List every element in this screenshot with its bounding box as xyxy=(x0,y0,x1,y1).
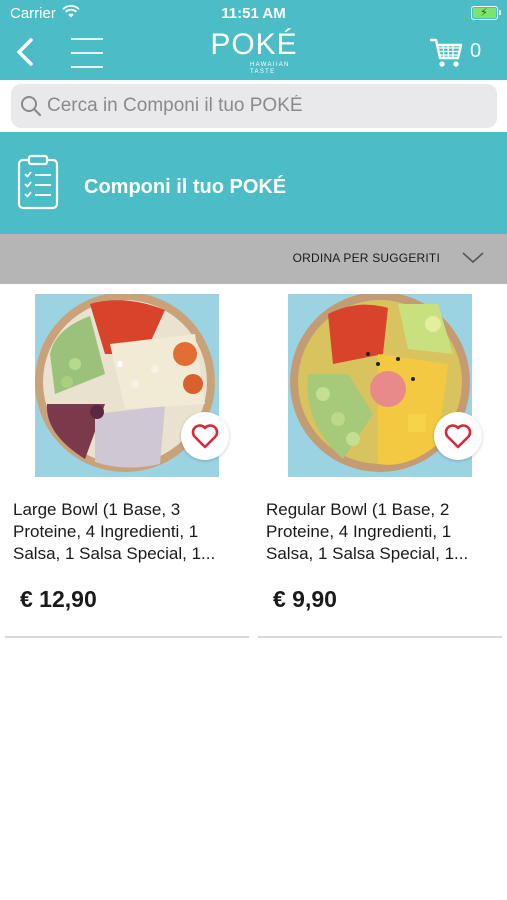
logo-subtext: HAWAIIAN TASTE xyxy=(250,62,290,75)
product-name[interactable]: Large Bowl (1 Base, 3 Proteine, 4 Ingred… xyxy=(13,499,237,565)
status-time: 11:51 AM xyxy=(221,5,286,22)
card-divider xyxy=(258,636,502,638)
cart-icon[interactable] xyxy=(428,34,464,70)
product-price: € 12,90 xyxy=(20,586,97,612)
logo-text: POKÉ xyxy=(210,28,298,61)
heart-outline-icon[interactable] xyxy=(191,423,219,449)
header-bar: Carrier 11:51 AM ⚡ POKÉ HAWAIIAN TASTE 0 xyxy=(0,0,507,80)
app-logo: POKÉ HAWAIIAN TASTE xyxy=(208,28,300,80)
search-input[interactable] xyxy=(47,84,487,128)
category-header: Componi il tuo POKÉ xyxy=(0,132,507,234)
product-card[interactable]: Regular Bowl (1 Base, 2 Proteine, 4 Ingr… xyxy=(258,284,502,640)
search-container xyxy=(0,80,507,132)
favorite-button[interactable] xyxy=(434,412,482,460)
battery-charging-icon: ⚡ xyxy=(471,6,501,20)
chevron-down-icon[interactable] xyxy=(461,251,485,265)
product-name[interactable]: Regular Bowl (1 Base, 2 Proteine, 4 Ingr… xyxy=(266,499,490,565)
status-bar: Carrier 11:51 AM ⚡ xyxy=(0,0,507,28)
search-icon xyxy=(21,96,42,117)
card-divider xyxy=(5,636,249,638)
heart-outline-icon[interactable] xyxy=(444,423,472,449)
navigation-bar: POKÉ HAWAIIAN TASTE 0 xyxy=(0,28,507,80)
clipboard-list-icon xyxy=(17,154,59,210)
cart-count: 0 xyxy=(470,40,482,62)
hamburger-menu-icon[interactable] xyxy=(71,36,103,70)
sort-bar[interactable]: ORDINA PER SUGGERITI xyxy=(0,234,507,284)
search-bar[interactable] xyxy=(11,84,497,128)
category-title: Componi il tuo POKÉ xyxy=(84,176,287,198)
chevron-left-icon[interactable] xyxy=(12,34,38,70)
product-card[interactable]: Large Bowl (1 Base, 3 Proteine, 4 Ingred… xyxy=(5,284,249,640)
favorite-button[interactable] xyxy=(181,412,229,460)
sort-label[interactable]: ORDINA PER SUGGERITI xyxy=(293,251,440,265)
product-price: € 9,90 xyxy=(273,586,337,612)
